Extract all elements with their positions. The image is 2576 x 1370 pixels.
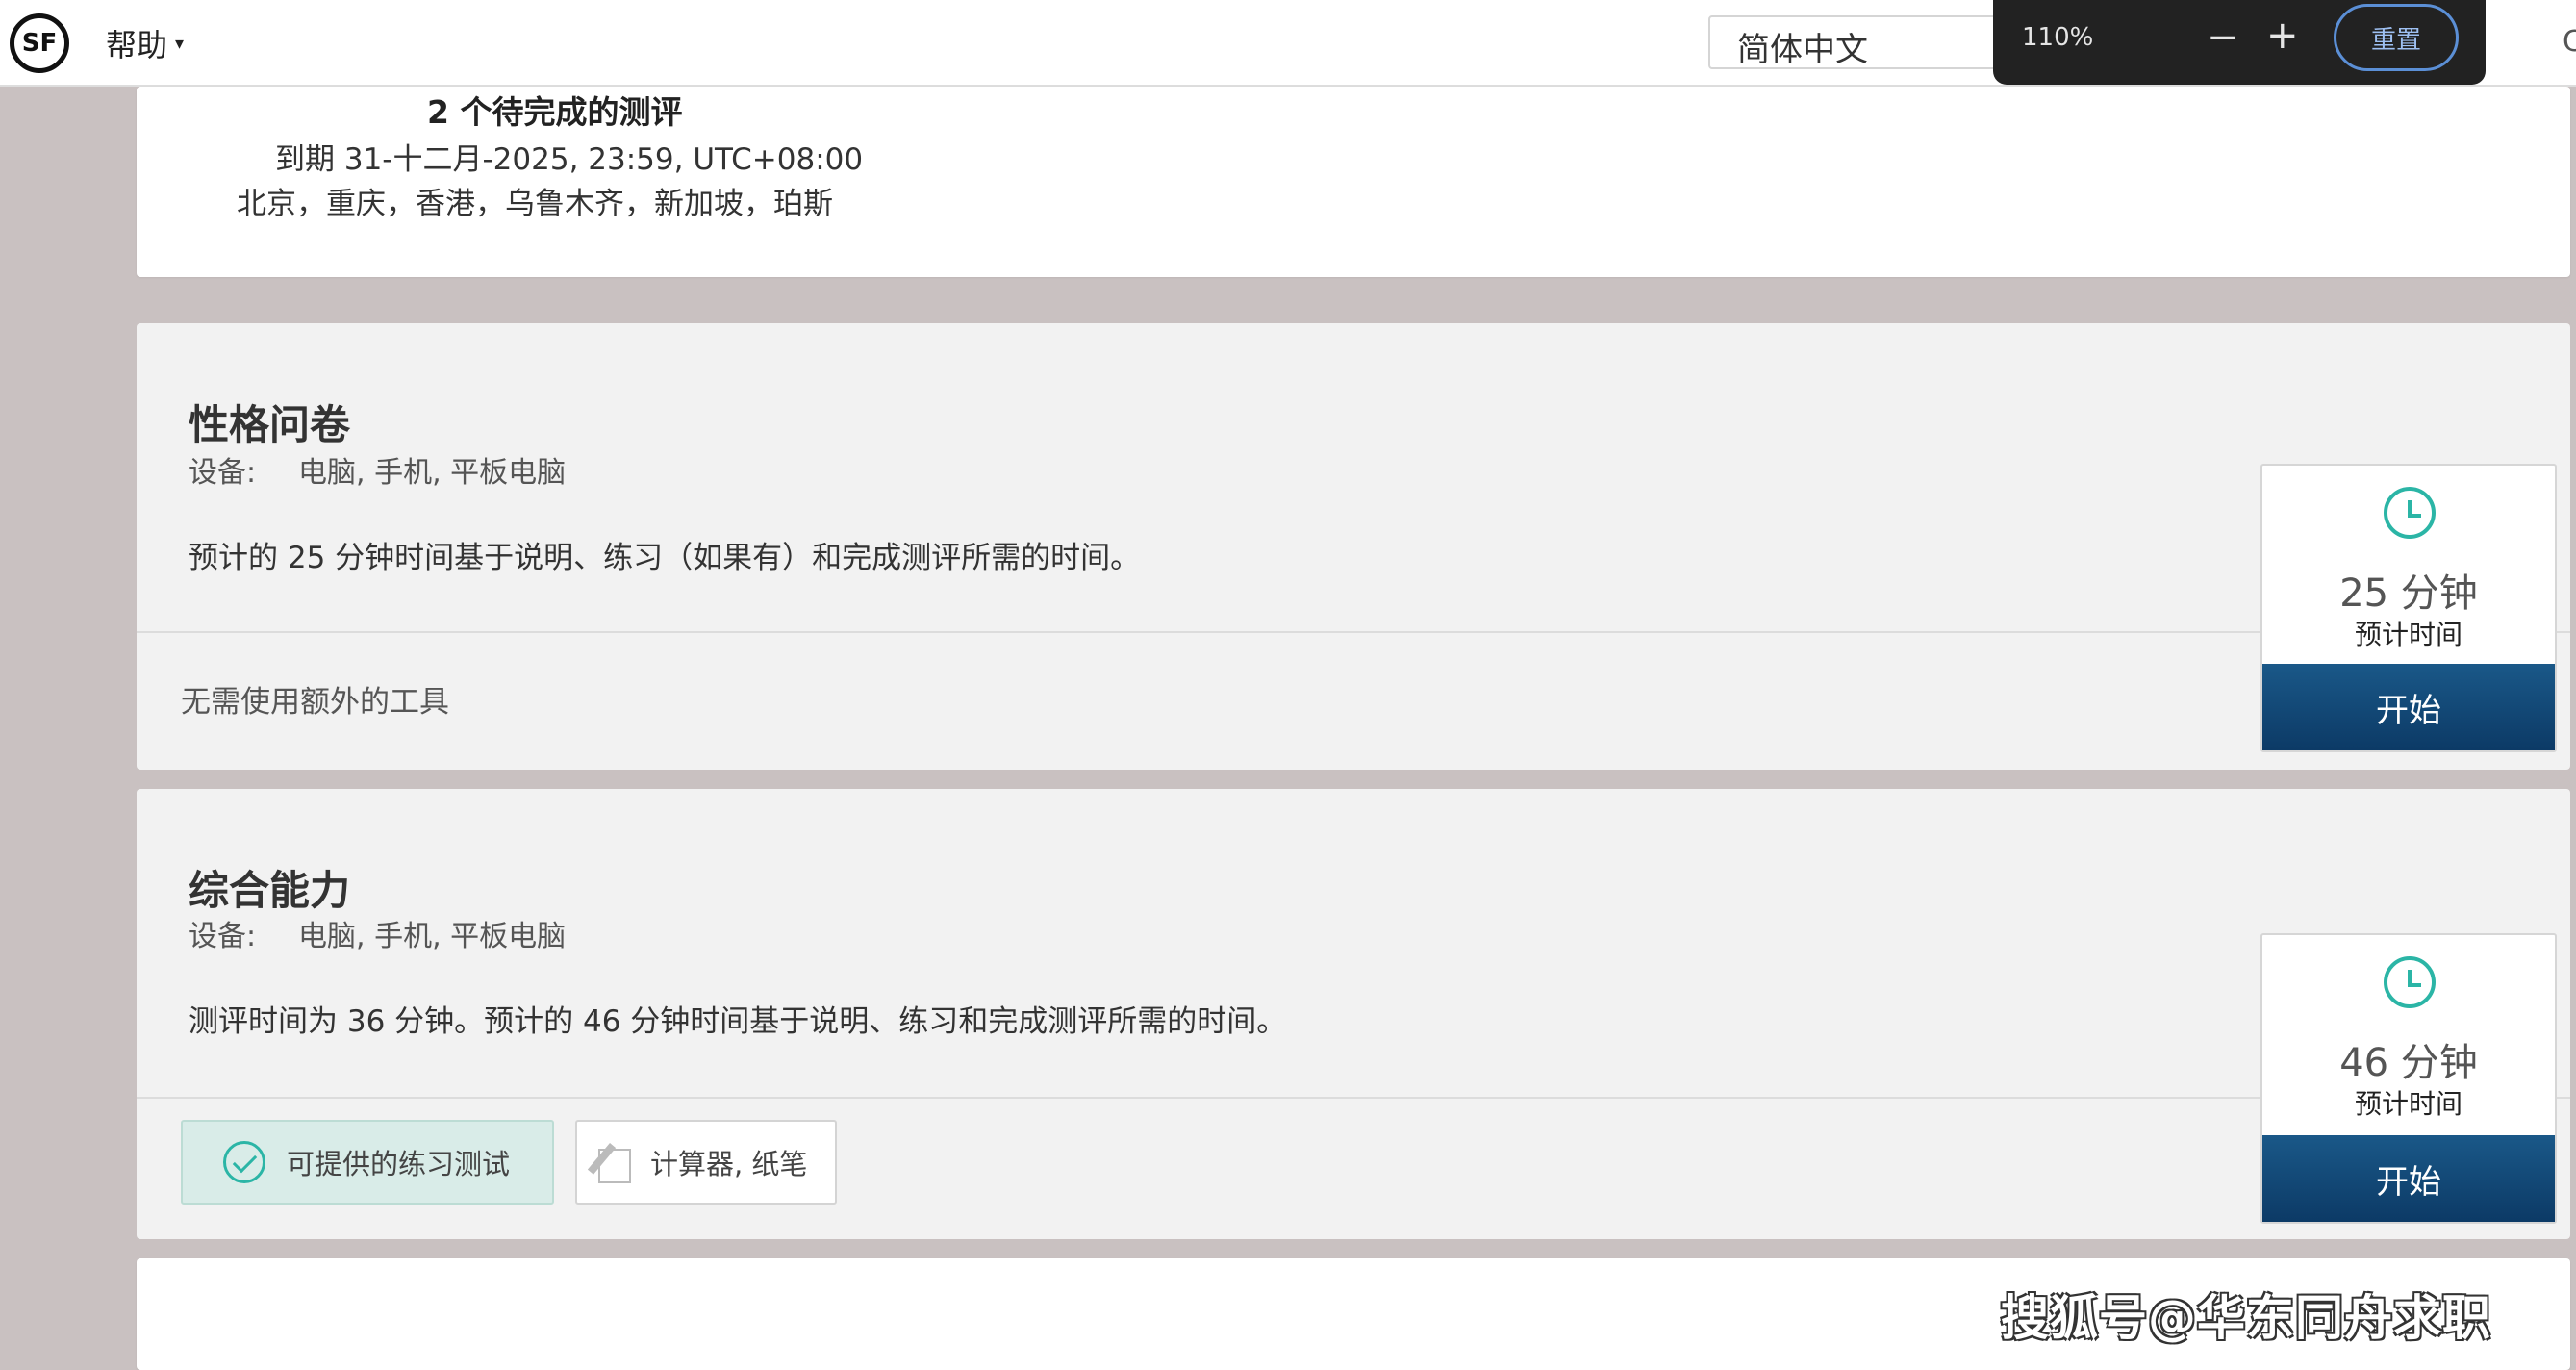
tools-label: 计算器, 纸笔 [650,1148,808,1180]
assessment-description: 预计的 25 分钟时间基于说明、练习（如果有）和完成测评所需的时间。 [189,541,1141,575]
assessment-title: 综合能力 [189,867,351,914]
tools-note: 无需使用额外的工具 [181,685,449,720]
assessment-description: 测评时间为 36 分钟。预计的 46 分钟时间基于说明、练习和完成测评所需的时间… [189,1004,1287,1039]
due-date: 到期 31-十二月-2025, 23:59, UTC+08:00 [275,142,864,177]
device-label: 设备: [189,920,257,953]
clock-icon [2384,956,2436,1008]
assessment-title: 性格问卷 [189,401,351,448]
caret-down-icon: ▾ [175,33,185,54]
zoom-popup: 110% − + 重置 [1993,0,2486,85]
device-list: 电脑, 手机, 平板电脑 [298,456,567,490]
time-box: 46 分钟 预计时间 开始 [2260,933,2557,1224]
device-list: 电脑, 手机, 平板电脑 [298,920,567,953]
estimated-time-label: 预计时间 [2354,1088,2462,1120]
edge-text: C [2563,25,2576,59]
check-circle-icon [223,1141,265,1183]
help-label: 帮助 [106,27,168,63]
device-label: 设备: [189,456,257,490]
timezone-cities: 北京，重庆，香港，乌鲁木齐，新加坡，珀斯 [237,187,833,221]
practice-test-label: 可提供的练习测试 [287,1148,511,1180]
plus-icon[interactable]: + [2266,13,2299,58]
divider [137,631,2570,633]
logo-icon[interactable]: SF [10,13,69,73]
pending-count: 2 个待完成的测评 [427,93,683,131]
pencil-icon [587,1141,639,1183]
watermark-text: 搜狐号@华东同舟求职 [2001,1290,2491,1346]
zoom-level: 110% [2022,23,2094,52]
help-menu[interactable]: 帮助 ▾ [106,21,184,65]
language-select[interactable]: 简体中文 [1708,15,2016,69]
tools-chip: 计算器, 纸笔 [575,1120,837,1205]
summary-card: 2 个待完成的测评 到期 31-十二月-2025, 23:59, UTC+08:… [137,87,2570,277]
start-button[interactable]: 开始 [2262,1135,2555,1222]
assessment-card-personality: 性格问卷 设备: 电脑, 手机, 平板电脑 预计的 25 分钟时间基于说明、练习… [137,323,2570,770]
time-box: 25 分钟 预计时间 开始 [2260,464,2557,752]
estimated-minutes: 25 分钟 [2339,571,2478,616]
minus-icon[interactable]: − [2207,15,2239,60]
estimated-minutes: 46 分钟 [2339,1041,2478,1085]
clock-icon [2384,487,2436,539]
assessment-card-ability: 综合能力 设备: 电脑, 手机, 平板电脑 测评时间为 36 分钟。预计的 46… [137,789,2570,1239]
zoom-reset-button[interactable]: 重置 [2334,4,2459,71]
divider [137,1097,2570,1099]
estimated-time-label: 预计时间 [2354,619,2462,650]
left-gutter [0,87,137,1370]
logo-text: SF [21,29,58,58]
practice-test-chip[interactable]: 可提供的练习测试 [181,1120,554,1205]
start-button[interactable]: 开始 [2262,664,2555,750]
